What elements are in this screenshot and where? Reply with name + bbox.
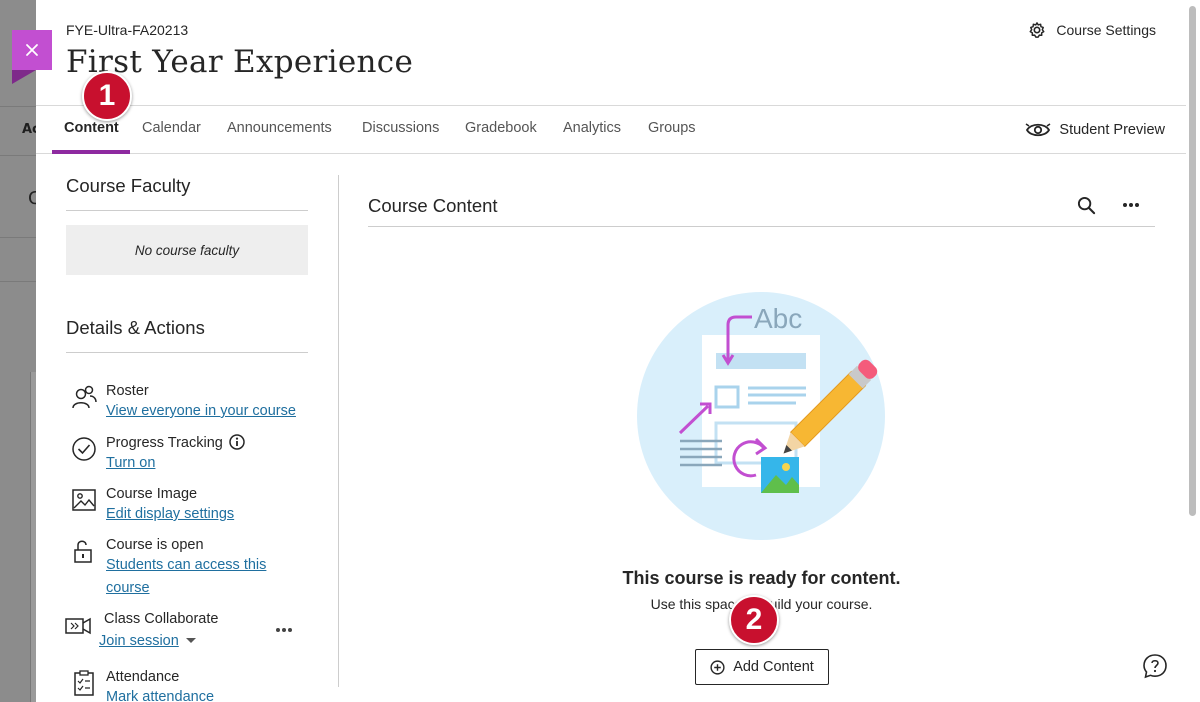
info-icon[interactable] [229,434,245,450]
bg-divider [0,106,40,107]
course-image-title: Course Image [106,486,198,502]
tab-analytics[interactable]: Analytics [563,120,621,136]
empty-content-illustration: Abc [637,292,885,540]
students-access-link[interactable]: Students can access this [106,554,266,577]
active-tab-indicator [52,150,130,154]
course-settings-button[interactable]: Course Settings [1028,21,1156,39]
close-icon [26,44,38,56]
more-options-icon [1123,203,1139,207]
progress-check-icon [72,437,96,461]
course-faculty-heading: Course Faculty [66,175,308,211]
roster-icon [72,385,97,409]
course-panel: FYE-Ultra-FA20213 First Year Experience … [36,0,1186,702]
faculty-empty-box: No course faculty [66,225,308,275]
eye-preview-icon [1025,123,1051,137]
tab-content[interactable]: Content [64,120,119,136]
join-session-label: Join session [99,633,179,649]
step-badge-1: 1 [82,71,132,121]
chevron-down-icon [185,638,196,643]
column-divider [338,175,339,687]
progress-tracking-label: Progress Tracking [106,435,223,451]
empty-state-title: This course is ready for content. [622,568,901,588]
details-actions-heading: Details & Actions [66,317,308,353]
add-content-button[interactable]: Add Content [695,649,829,685]
students-access-link-cont[interactable]: course [106,577,150,600]
step-badge-2: 2 [729,595,779,645]
student-preview-button[interactable]: Student Preview [1025,120,1165,140]
unlock-icon [74,540,92,563]
close-panel-button[interactable] [12,30,52,84]
search-icon [1077,196,1095,214]
course-settings-label: Course Settings [1056,22,1156,38]
left-column: Course Faculty No course faculty Details… [66,175,308,353]
bg-divider [0,155,40,156]
more-options-icon[interactable] [275,627,293,633]
scrollbar[interactable] [1186,0,1200,702]
tab-discussions[interactable]: Discussions [362,120,439,136]
content-more-button[interactable] [1119,193,1143,217]
gear-icon [1029,22,1045,38]
collaborate-icon [65,617,91,635]
edit-display-settings-link[interactable]: Edit display settings [106,503,234,526]
mark-attendance-link[interactable]: Mark attendance [106,686,214,702]
image-icon [72,489,96,511]
class-collaborate-title: Class Collaborate [104,611,219,627]
tab-groups[interactable]: Groups [648,120,696,136]
join-session-link[interactable]: Join session [99,630,196,653]
add-content-label: Add Content [733,659,814,675]
view-roster-link[interactable]: View everyone in your course [106,400,296,423]
tab-gradebook[interactable]: Gradebook [465,120,537,136]
illustration-abc-text: Abc [754,303,802,334]
turn-on-progress-link[interactable]: Turn on [106,452,155,475]
progress-tracking-title: Progress Tracking [106,434,245,451]
help-icon[interactable] [1142,653,1168,679]
tab-calendar[interactable]: Calendar [142,120,201,136]
attendance-icon [74,670,94,696]
faculty-empty-text: No course faculty [134,242,240,258]
bg-divider [0,237,40,238]
search-button[interactable] [1074,193,1098,217]
roster-title: Roster [106,383,149,399]
student-preview-label: Student Preview [1059,122,1165,138]
course-content-heading: Course Content [368,195,498,216]
attendance-title: Attendance [106,669,180,685]
plus-circle-icon [710,659,725,675]
tab-announcements[interactable]: Announcements [227,120,332,136]
course-open-title: Course is open [106,537,204,553]
course-content-header: Course Content [368,175,1155,227]
bg-divider [0,281,40,282]
course-tabs: Content Calendar Announcements Discussio… [36,105,1186,154]
course-code: FYE-Ultra-FA20213 [66,22,189,38]
scrollbar-thumb[interactable] [1189,6,1196,516]
